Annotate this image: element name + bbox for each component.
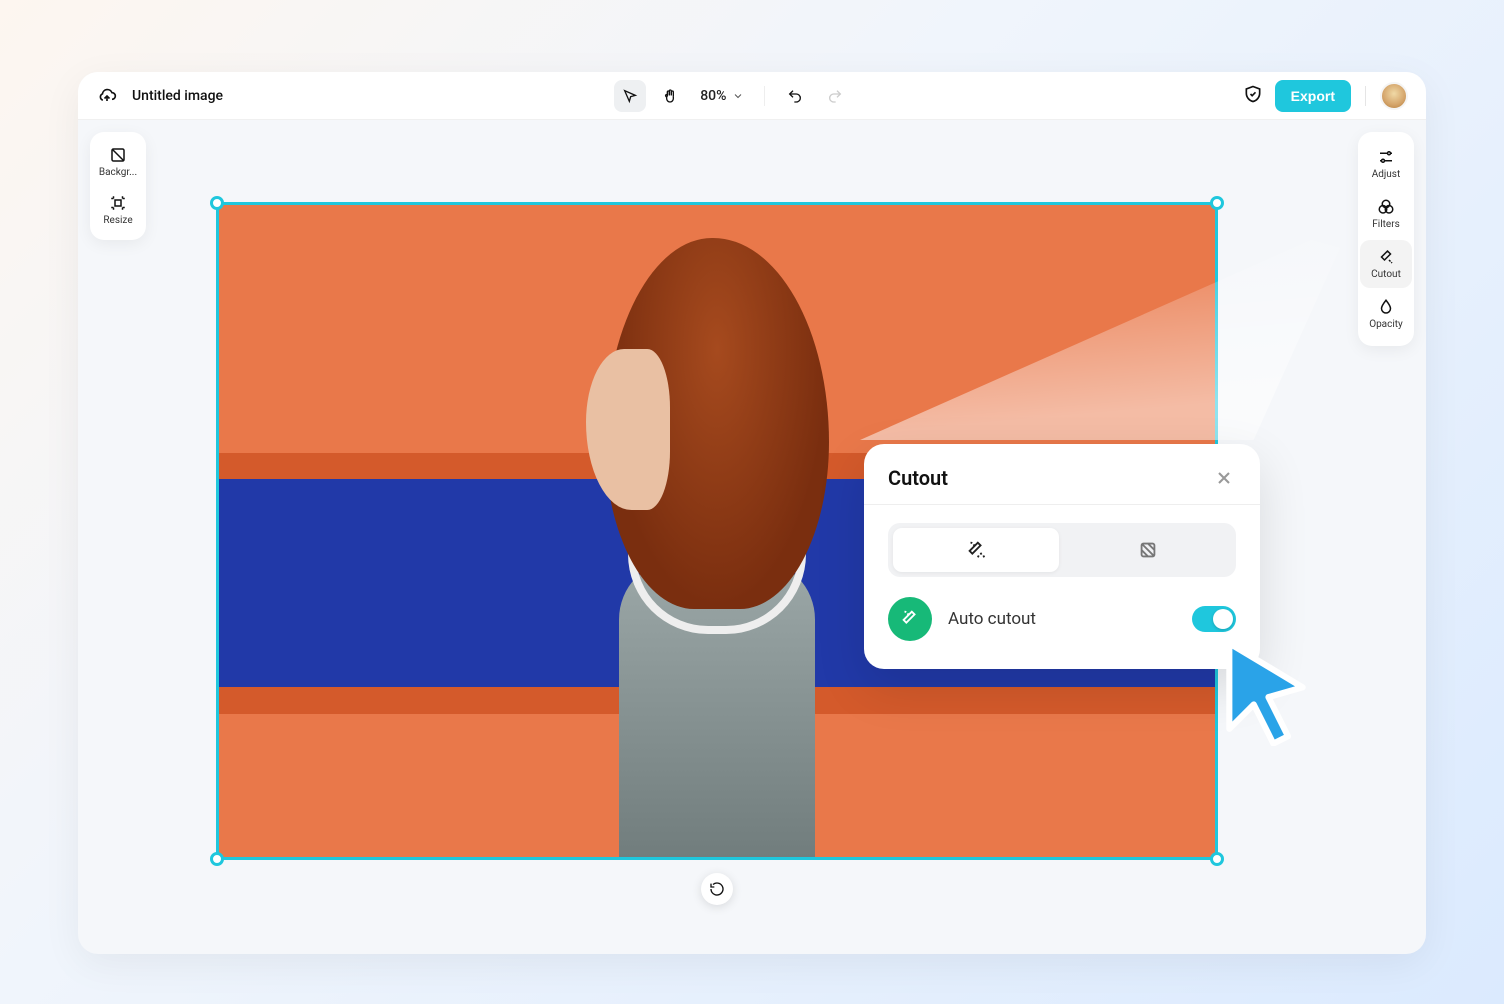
rotate-handle[interactable] bbox=[701, 873, 733, 905]
popup-title: Cutout bbox=[888, 466, 948, 490]
cloud-icon[interactable] bbox=[96, 85, 118, 107]
hand-tool[interactable] bbox=[654, 80, 686, 112]
close-icon bbox=[1214, 468, 1234, 488]
tool-label: Opacity bbox=[1369, 319, 1403, 330]
resize-icon bbox=[109, 194, 127, 212]
divider bbox=[764, 86, 765, 106]
right-tool-panel: Adjust Filters Cutout Opacity bbox=[1358, 132, 1414, 346]
pointer-tool[interactable] bbox=[614, 80, 646, 112]
auto-cutout-badge bbox=[888, 597, 932, 641]
selection-handle-nw[interactable] bbox=[210, 196, 224, 210]
tool-adjust[interactable]: Adjust bbox=[1360, 140, 1412, 188]
selection-handle-se[interactable] bbox=[1210, 852, 1224, 866]
divider bbox=[864, 504, 1260, 505]
export-button[interactable]: Export bbox=[1275, 80, 1351, 112]
rotate-icon bbox=[709, 881, 725, 897]
tool-resize[interactable]: Resize bbox=[92, 188, 144, 232]
magic-wand-icon bbox=[899, 608, 921, 630]
opacity-icon bbox=[1377, 298, 1395, 316]
tool-filters[interactable]: Filters bbox=[1360, 190, 1412, 238]
eraser-icon bbox=[1137, 539, 1159, 561]
divider bbox=[1365, 86, 1366, 106]
magic-wand-icon bbox=[965, 539, 987, 561]
tool-background[interactable]: Backgr... bbox=[92, 140, 144, 184]
auto-cutout-label: Auto cutout bbox=[948, 609, 1176, 629]
zoom-value: 80% bbox=[700, 88, 726, 104]
shield-icon[interactable] bbox=[1243, 84, 1263, 108]
segment-manual[interactable] bbox=[1065, 528, 1231, 572]
cutout-icon bbox=[1377, 248, 1395, 266]
topbar-right: Export bbox=[1243, 80, 1408, 112]
cutout-mode-segment bbox=[888, 523, 1236, 577]
tool-label: Filters bbox=[1372, 219, 1400, 230]
auto-cutout-toggle[interactable] bbox=[1192, 606, 1236, 632]
redo-button[interactable] bbox=[819, 80, 851, 112]
topbar-center-tools: 80% bbox=[237, 80, 1229, 112]
left-tool-panel: Backgr... Resize bbox=[90, 132, 146, 240]
tool-label: Adjust bbox=[1372, 169, 1401, 180]
document-title[interactable]: Untitled image bbox=[132, 88, 223, 104]
segment-auto[interactable] bbox=[893, 528, 1059, 572]
tool-cutout[interactable]: Cutout bbox=[1360, 240, 1412, 288]
background-icon bbox=[109, 146, 127, 164]
tool-label: Backgr... bbox=[99, 167, 137, 178]
close-button[interactable] bbox=[1212, 466, 1236, 490]
selection-handle-ne[interactable] bbox=[1210, 196, 1224, 210]
tool-label: Resize bbox=[103, 215, 132, 226]
cutout-popup: Cutout Auto cutout bbox=[864, 444, 1260, 669]
undo-button[interactable] bbox=[779, 80, 811, 112]
avatar[interactable] bbox=[1380, 82, 1408, 110]
selection-handle-sw[interactable] bbox=[210, 852, 224, 866]
adjust-icon bbox=[1377, 148, 1395, 166]
zoom-dropdown[interactable]: 80% bbox=[694, 88, 750, 104]
filters-icon bbox=[1377, 198, 1395, 216]
auto-cutout-row: Auto cutout bbox=[888, 597, 1236, 641]
topbar: Untitled image 80% bbox=[78, 72, 1426, 120]
tool-label: Cutout bbox=[1371, 269, 1401, 280]
tool-opacity[interactable]: Opacity bbox=[1360, 290, 1412, 338]
chevron-down-icon bbox=[732, 90, 744, 102]
